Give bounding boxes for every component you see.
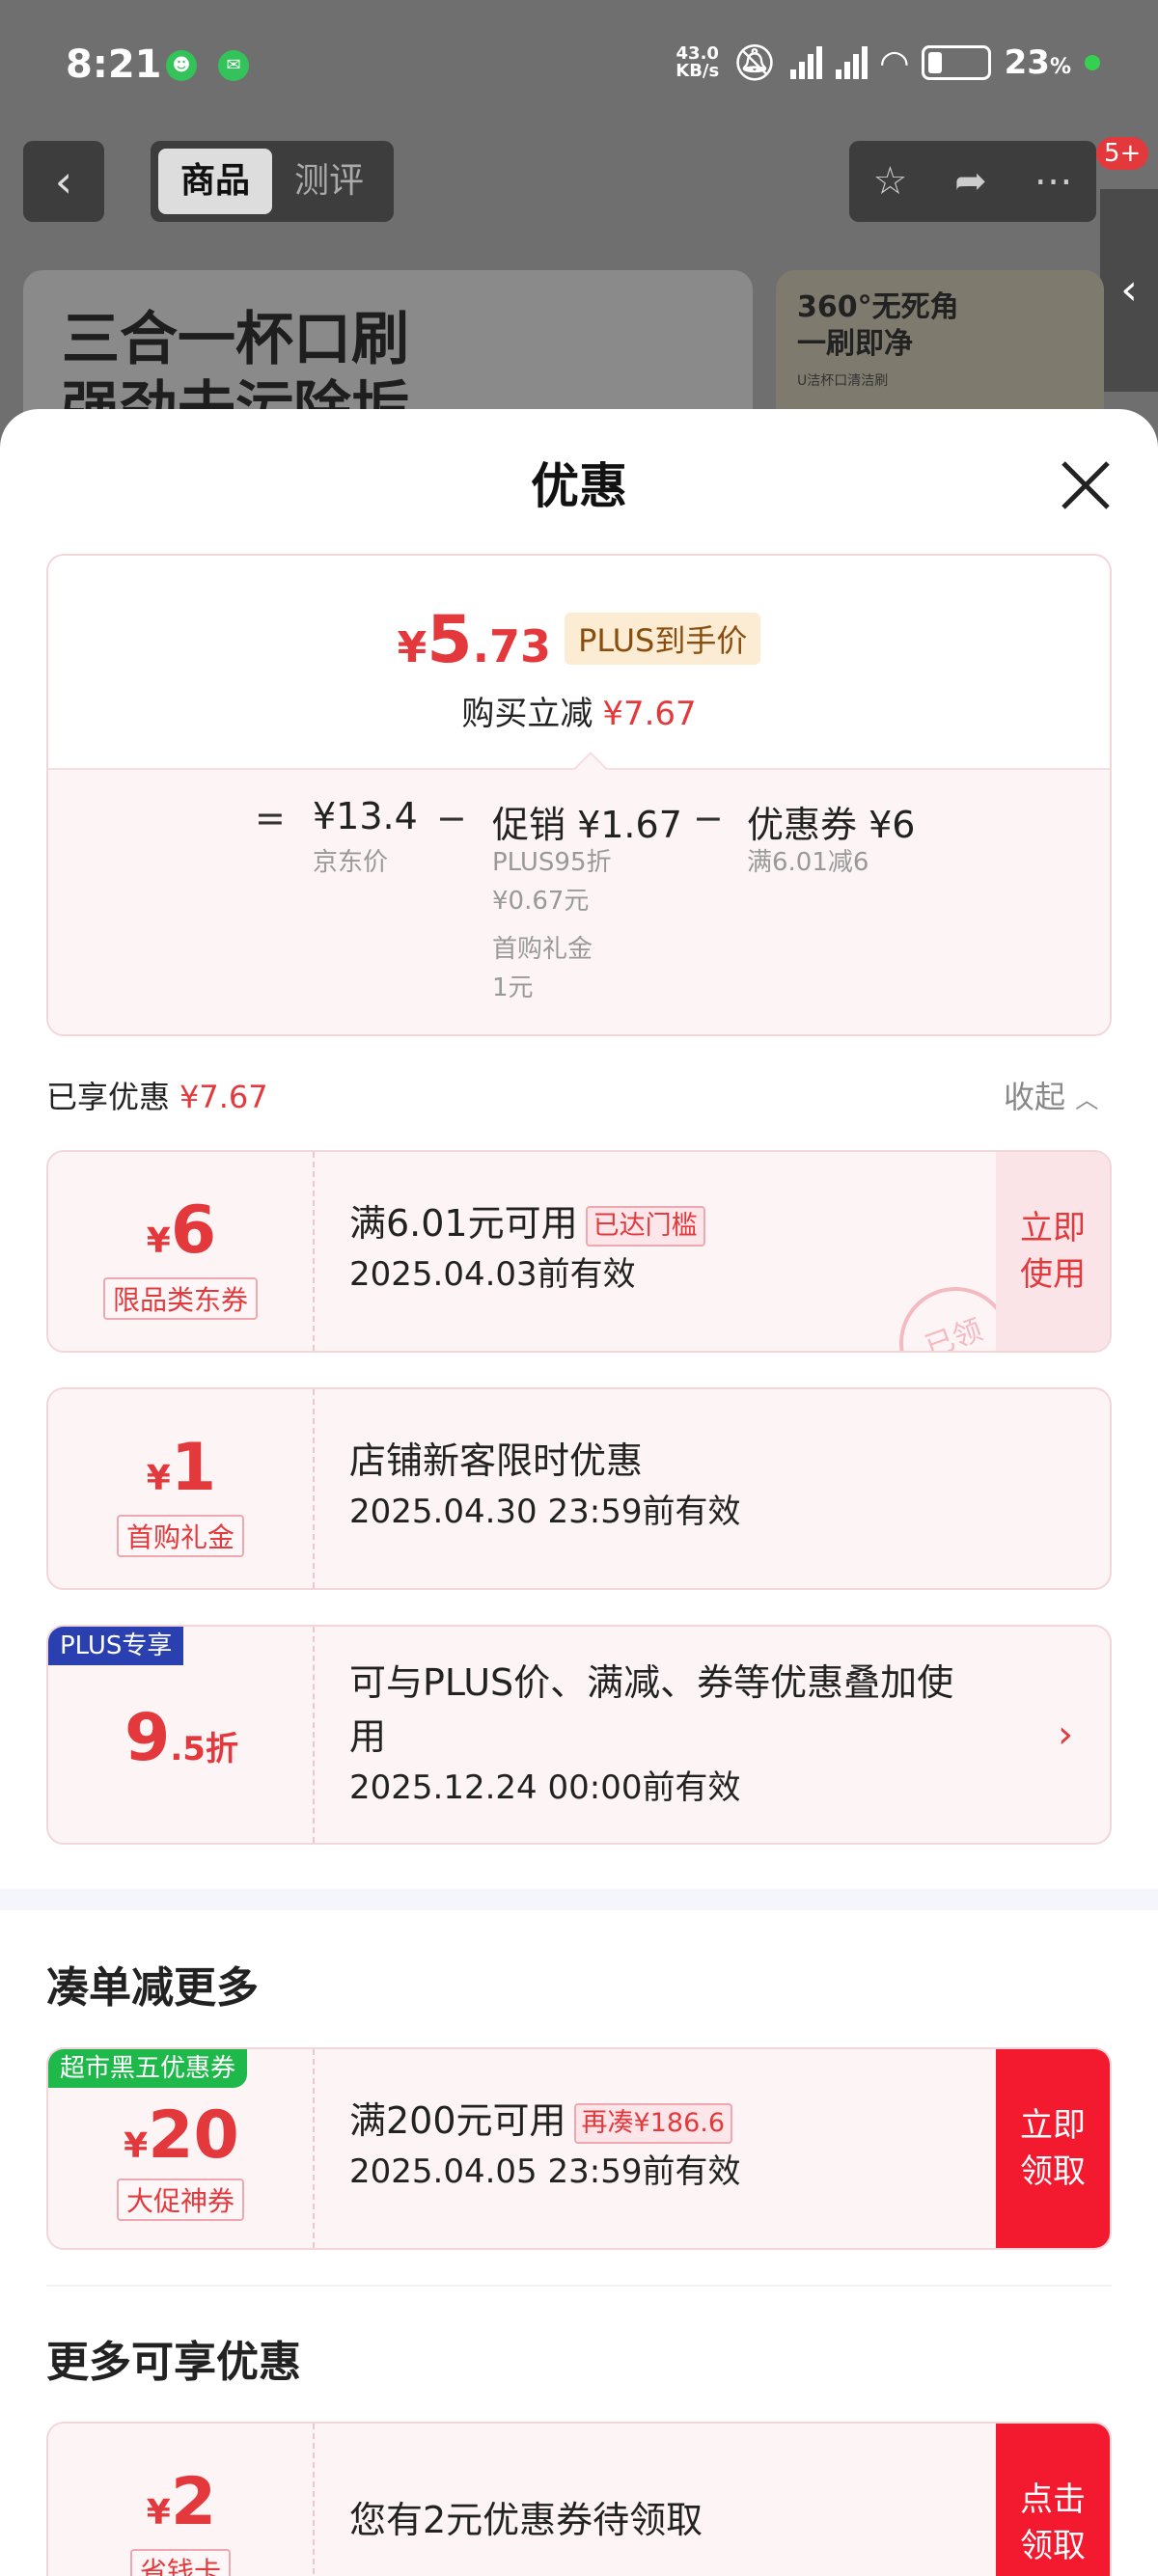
- collapse-button[interactable]: 收起 ︿: [1004, 1073, 1098, 1117]
- enjoyed-discount: 已享优惠 ¥7.67: [46, 1079, 268, 1115]
- close-button[interactable]: [1052, 452, 1119, 519]
- section-title-more: 凑单减更多: [46, 1963, 259, 2013]
- close-icon: [1062, 461, 1110, 509]
- coupon-type-tag: 限品类东券: [102, 1277, 259, 1320]
- more-icon[interactable]: ⋯: [1034, 159, 1073, 204]
- claim-now-button[interactable]: 立即 领取: [996, 2049, 1110, 2248]
- side-collapse-arrow[interactable]: ‹: [1100, 189, 1158, 392]
- section-divider: [0, 1889, 1158, 1910]
- tab-product[interactable]: 商品: [158, 149, 272, 214]
- nav-tabs: 商品 测评: [151, 141, 394, 222]
- product-page-background: 8:21 ☻ ✉ 43.0 KB/s 🔕︎ ◠ 23% ‹ 商品 测评 ☆ ➦ …: [0, 0, 1158, 463]
- signal-icon-2: [835, 46, 868, 79]
- final-price: ¥5.73: [397, 602, 552, 678]
- coupon-amount: 优惠券 ¥6: [747, 804, 916, 846]
- coupon-jd[interactable]: ¥6 限品类东券 满6.01元可用 已达门槛 2025.04.03前有效 已领 立…: [46, 1150, 1112, 1353]
- section-title-extra: 更多可享优惠: [46, 2338, 301, 2387]
- top-nav: ‹ 商品 测评 ☆ ➦ ⋯ 5+: [0, 137, 1158, 228]
- coupon-type-tag: 大促神券: [116, 2179, 245, 2221]
- net-speed: 43.0 KB/s: [676, 43, 720, 81]
- price-summary-card: ¥5.73 PLUS到手价 购买立减 ¥7.67 = ¥13.4 京东价 − 促销…: [46, 554, 1112, 1036]
- coupon-savings-card[interactable]: ¥2 省钱卡 您有2元优惠券待领取 点击 领取: [46, 2422, 1112, 2576]
- android-robot-icon: ☻: [166, 50, 197, 81]
- coupon-plus-discount[interactable]: PLUS专享 9.5折 可与PLUS价、满减、券等优惠叠加使 用 2025.12…: [46, 1625, 1112, 1845]
- section-separator: [46, 2285, 1112, 2287]
- coupon-type-tag: 省钱卡: [129, 2549, 232, 2576]
- status-bar: 8:21 ☻ ✉ 43.0 KB/s 🔕︎ ◠ 23%: [0, 0, 1158, 135]
- chevron-up-icon: ︿: [1075, 1086, 1099, 1113]
- jd-price: ¥13.4: [313, 795, 418, 837]
- chevron-right-icon[interactable]: ›: [1058, 1627, 1073, 1843]
- sheet-title: 优惠: [531, 458, 627, 514]
- back-arrow-icon: ‹: [54, 155, 73, 207]
- signal-icon: [789, 46, 822, 79]
- discount-sheet: 优惠 ¥5.73 PLUS到手价 购买立减 ¥7.67 = ¥13.4 京东价 −…: [0, 409, 1158, 2576]
- promo-amount: 促销 ¥1.67: [492, 804, 682, 846]
- share-icon[interactable]: ➦: [954, 159, 987, 204]
- click-claim-button[interactable]: 点击 领取: [996, 2424, 1110, 2576]
- plus-price-tag: PLUS到手价: [565, 613, 761, 665]
- coupon-first-purchase: ¥1 首购礼金 店铺新客限时优惠 2025.04.30 23:59前有效: [46, 1387, 1112, 1590]
- add-more-pill: 再凑¥186.6: [573, 2102, 733, 2144]
- use-now-button[interactable]: 立即 使用: [996, 1152, 1110, 1351]
- coupon-type-tag: 首购礼金: [116, 1515, 245, 1557]
- battery-level: 23%: [1004, 43, 1071, 82]
- wifi-icon: ◠: [880, 42, 908, 83]
- wechat-icon: ✉: [218, 50, 249, 81]
- back-button[interactable]: ‹: [23, 141, 104, 222]
- message-badge: 5+: [1096, 137, 1149, 170]
- reduce-line: 购买立减 ¥7.67: [461, 695, 697, 733]
- star-icon[interactable]: ☆: [872, 159, 907, 204]
- battery-icon: [921, 45, 991, 80]
- status-time: 8:21: [66, 42, 162, 87]
- charging-dot: [1085, 55, 1100, 70]
- price-breakdown: = ¥13.4 京东价 − 促销 ¥1.67 PLUS95折 ¥0.67元 首购…: [48, 768, 1110, 1034]
- nav-actions: ☆ ➦ ⋯: [849, 141, 1096, 222]
- threshold-met-pill: 已达门槛: [585, 1205, 705, 1247]
- coupon-bigsale[interactable]: 超市黑五优惠券 ¥20 大促神券 满200元可用 再凑¥186.6 2025.04…: [46, 2047, 1112, 2250]
- mute-icon: 🔕︎: [732, 43, 777, 83]
- tab-review[interactable]: 测评: [272, 149, 386, 214]
